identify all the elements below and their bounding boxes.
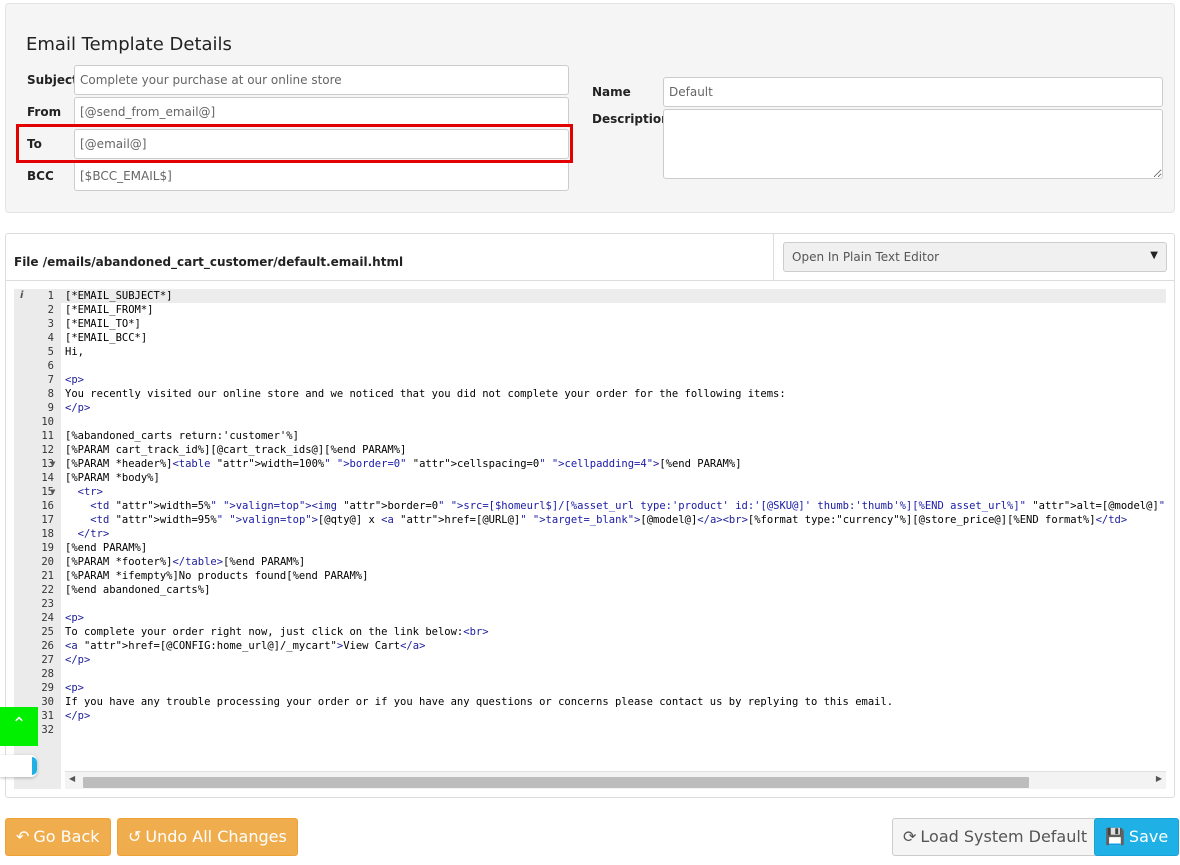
go-back-label: Go Back [33, 827, 100, 846]
refresh-icon: ⟳ [903, 827, 917, 846]
description-label: Description [592, 112, 670, 126]
file-path-label: File /emails/abandoned_cart_customer/def… [14, 255, 404, 269]
code-line: [%PARAM *body%] [65, 472, 160, 484]
line-number: 4 [47, 332, 54, 344]
line-number: 13 [41, 458, 54, 470]
description-textarea[interactable] [663, 109, 1163, 179]
line-number: 19 [41, 542, 54, 554]
line-number: 6 [47, 360, 54, 372]
line-number: 22 [41, 584, 54, 596]
line-number: 18 [41, 528, 54, 540]
code-line: [*EMAIL_SUBJECT*] [65, 290, 173, 302]
save-label: Save [1128, 827, 1169, 846]
subject-label: Subject [27, 73, 78, 87]
code-line: To complete your order right now, just c… [65, 626, 489, 638]
line-number: 10 [41, 416, 54, 428]
side-tab-widget[interactable] [0, 755, 37, 777]
line-number: 17 [41, 514, 54, 526]
line-number: 15 [41, 486, 54, 498]
fold-toggle-icon[interactable]: ▼ [50, 485, 60, 499]
go-back-button[interactable]: ↶ Go Back [5, 818, 111, 856]
code-line: [%PARAM *header%]<table "attr">width=100… [65, 458, 742, 470]
line-number: 7 [47, 374, 54, 386]
line-number: 3 [47, 318, 54, 330]
horizontal-scrollbar[interactable]: ◀ ▶ [65, 771, 1166, 789]
active-line-highlight [61, 289, 1166, 303]
code-line: <p> [65, 682, 84, 694]
code-line: </tr> [77, 528, 110, 540]
code-line: [%end abandoned_carts%] [65, 584, 211, 596]
line-number: 12 [41, 444, 54, 456]
panel-title: Email Template Details [26, 34, 232, 55]
code-line: [*EMAIL_FROM*] [65, 304, 154, 316]
line-number: 24 [41, 612, 54, 624]
code-line: If you have any trouble processing your … [65, 696, 894, 708]
code-line: <td "attr">width=95%" ">valign=top">[@qt… [90, 514, 1128, 526]
caret-down-icon: ▼ [1150, 250, 1158, 261]
code-line: [%end PARAM%] [65, 542, 148, 554]
line-number: 16 [41, 500, 54, 512]
line-number: 2 [47, 304, 54, 316]
undo-label: Undo All Changes [145, 827, 287, 846]
code-line: [%abandoned_carts return:'customer'%] [65, 430, 299, 442]
line-number: 21 [41, 570, 54, 582]
floppy-disk-icon: 💾 [1105, 827, 1125, 846]
line-number: 11 [41, 430, 54, 442]
line-number: 9 [47, 402, 54, 414]
code-line: [*EMAIL_BCC*] [65, 332, 148, 344]
subject-input[interactable] [74, 65, 569, 95]
line-number: 26 [41, 640, 54, 652]
editor-mode-value: Open In Plain Text Editor [792, 250, 940, 264]
code-line: [%PARAM cart_track_id%][@cart_track_ids@… [65, 444, 407, 456]
from-input[interactable] [74, 97, 569, 127]
undo-all-changes-button[interactable]: ↺ Undo All Changes [117, 818, 298, 856]
code-line: <td "attr">width=5%" ">valign=top"><img … [90, 500, 1166, 512]
load-system-default-button[interactable]: ⟳ Load System Default [892, 818, 1099, 856]
line-number: 14 [41, 472, 54, 484]
code-line: </p> [65, 710, 91, 722]
code-line: [%PARAM *ifempty%]No products found[%end… [65, 570, 369, 582]
load-default-label: Load System Default [920, 827, 1088, 846]
line-number: 20 [41, 556, 54, 568]
save-button[interactable]: 💾 Save [1094, 818, 1180, 856]
to-field-highlight [16, 124, 573, 163]
horizontal-scroll-thumb[interactable] [83, 777, 1029, 788]
editor-header: File /emails/abandoned_cart_customer/def… [6, 234, 1174, 281]
code-line: <p> [65, 612, 84, 624]
chevron-up-icon: ⌃ [11, 714, 27, 735]
file-editor-panel: File /emails/abandoned_cart_customer/def… [5, 233, 1175, 798]
code-line: Hi, [65, 346, 84, 358]
line-number: 8 [47, 388, 54, 400]
scroll-right-icon[interactable]: ▶ [1156, 774, 1162, 783]
line-number: 5 [47, 346, 54, 358]
email-template-details-panel: Email Template Details Subject From To B… [5, 3, 1175, 213]
line-number: 28 [41, 668, 54, 680]
code-line: <tr> [77, 486, 103, 498]
code-line: [*EMAIL_TO*] [65, 318, 141, 330]
code-line: You recently visited our online store an… [65, 388, 786, 400]
bcc-label: BCC [27, 169, 54, 183]
line-number: 1 [47, 290, 54, 302]
undo-icon: ↺ [128, 827, 142, 846]
code-line: </p> [65, 402, 91, 414]
line-number: 27 [41, 654, 54, 666]
fold-toggle-icon[interactable]: ▼ [50, 457, 60, 471]
code-editor[interactable]: i ◀ ▶ 1 [*EMAIL_SUBJECT*] 2 [*EMAIL_FROM*] 3… [14, 289, 1166, 789]
line-number: 23 [41, 598, 54, 610]
code-line: <a "attr">href=[@CONFIG:home_url@]/_myca… [65, 640, 426, 652]
code-line: <p> [65, 374, 84, 386]
from-label: From [27, 105, 62, 119]
line-number: 25 [41, 626, 54, 638]
bcc-input[interactable] [74, 161, 569, 191]
editor-mode-select[interactable]: Open In Plain Text Editor ▼ [783, 242, 1167, 272]
scroll-left-icon[interactable]: ◀ [69, 774, 75, 783]
reply-icon: ↶ [16, 827, 30, 846]
code-line: [%PARAM *footer%]</table>[%end PARAM%] [65, 556, 306, 568]
name-input[interactable] [663, 77, 1163, 107]
line-number: 29 [41, 682, 54, 694]
editor-mode-container: Open In Plain Text Editor ▼ [773, 234, 1174, 281]
scroll-to-top-button[interactable]: ⌃ [0, 707, 38, 746]
name-label: Name [592, 85, 631, 99]
code-line: </p> [65, 654, 91, 666]
